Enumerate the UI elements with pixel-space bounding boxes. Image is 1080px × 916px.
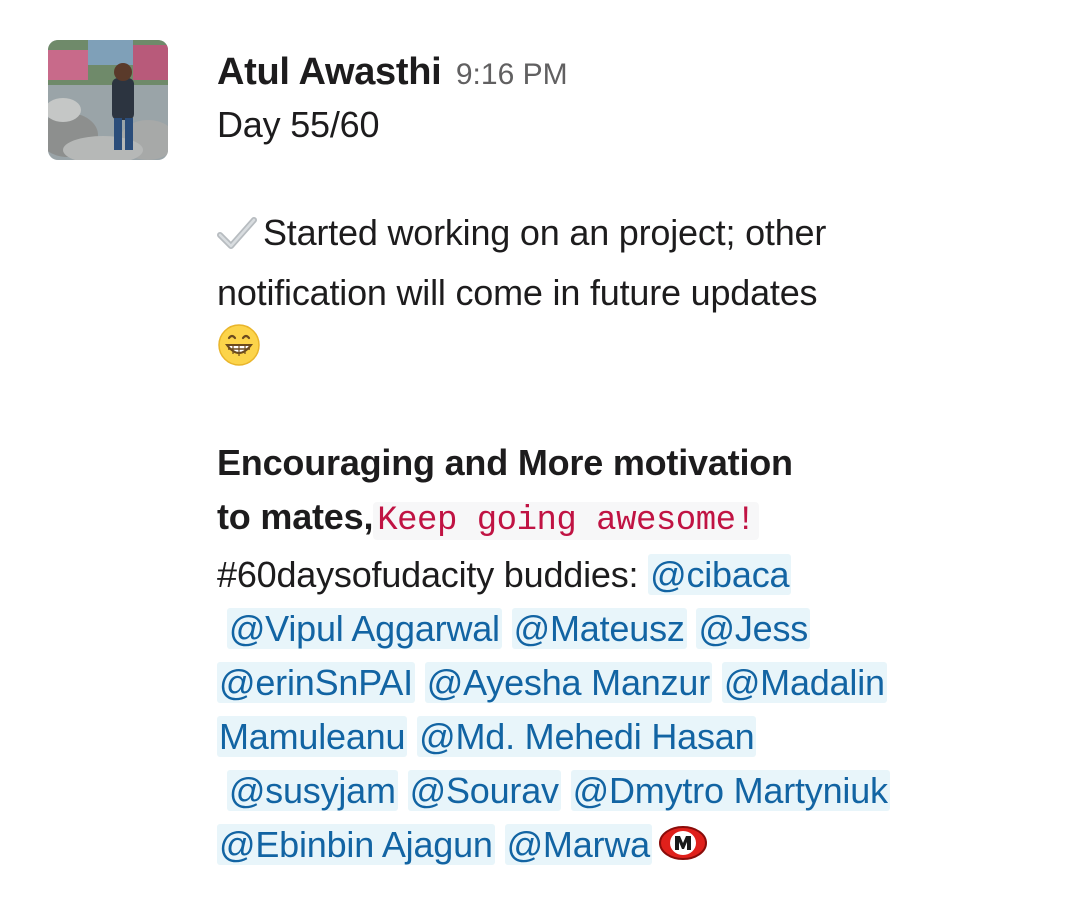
mention-ayesha-manzur[interactable]: @Ayesha Manzur xyxy=(424,662,712,703)
hashtag-line: #60daysofudacity buddies: @cibaca xyxy=(217,548,1037,602)
mention-mateusz[interactable]: @Mateusz xyxy=(511,608,687,649)
mentions-line-4: @susyjam @Sourav @Dmytro Martyniuk xyxy=(217,764,1037,818)
message-header: Atul Awasthi 9:16 PM xyxy=(217,46,1037,98)
mention-dmytro-martyniuk[interactable]: @Dmytro Martyniuk xyxy=(570,770,890,811)
bold-line-1: Encouraging and More motivation xyxy=(217,442,793,483)
message-timestamp[interactable]: 9:16 PM xyxy=(456,58,568,91)
mention-madalin-mamuleanu-cont[interactable]: Mamuleanu xyxy=(217,716,408,757)
mention-madalin-mamuleanu[interactable]: @Madalin xyxy=(721,662,887,703)
task-line-2: notification will come in future updates xyxy=(217,272,818,313)
avatar[interactable] xyxy=(48,40,168,160)
message-content: Atul Awasthi 9:16 PM Day 55/60 Started w… xyxy=(217,46,1037,876)
day-progress-text: Day 55/60 xyxy=(217,104,380,145)
mention-sourav[interactable]: @Sourav xyxy=(407,770,561,811)
mentions-line-2: @erinSnPAI @Ayesha Manzur @Madalin xyxy=(217,656,1037,710)
mention-ebinbin-ajagun[interactable]: @Ebinbin Ajagun xyxy=(217,824,495,865)
mention-jess[interactable]: @Jess xyxy=(696,608,811,649)
inline-code: Keep going awesome! xyxy=(373,502,760,540)
m-badge-icon xyxy=(658,822,708,876)
mention-cibaca[interactable]: @cibaca xyxy=(648,554,792,595)
message-body: Day 55/60 Started working on an project;… xyxy=(217,98,1037,876)
author-name[interactable]: Atul Awasthi xyxy=(217,51,442,93)
bold-line-2: to mates, Keep going awesome! xyxy=(217,490,1037,548)
bold-text-2: to mates, xyxy=(217,496,374,537)
avatar-image xyxy=(48,40,168,160)
mention-susyjam[interactable]: @susyjam xyxy=(226,770,398,811)
mentions-line-1: @Vipul Aggarwal @Mateusz @Jess xyxy=(217,602,1037,656)
grinning-face-emoji xyxy=(217,323,261,382)
mention-erinsnpai[interactable]: @erinSnPAI xyxy=(217,662,415,703)
task-line-1: Started working on an project; other xyxy=(217,206,1037,266)
task-text-1: Started working on an project; other xyxy=(263,212,827,253)
mention-marwa[interactable]: @Marwa xyxy=(504,824,652,865)
emoji-line xyxy=(217,320,1037,382)
mentions-line-5: @Ebinbin Ajagun @Marwa xyxy=(217,818,1037,876)
mention-md-mehedi-hasan[interactable]: @Md. Mehedi Hasan xyxy=(417,716,757,757)
mentions-line-3: Mamuleanu @Md. Mehedi Hasan xyxy=(217,710,1037,764)
slack-message: Atul Awasthi 9:16 PM Day 55/60 Started w… xyxy=(0,0,1080,916)
mention-vipul-aggarwal[interactable]: @Vipul Aggarwal xyxy=(226,608,502,649)
heavy-check-mark-icon xyxy=(217,212,263,266)
hashtag-text: #60daysofudacity buddies: xyxy=(217,554,649,595)
